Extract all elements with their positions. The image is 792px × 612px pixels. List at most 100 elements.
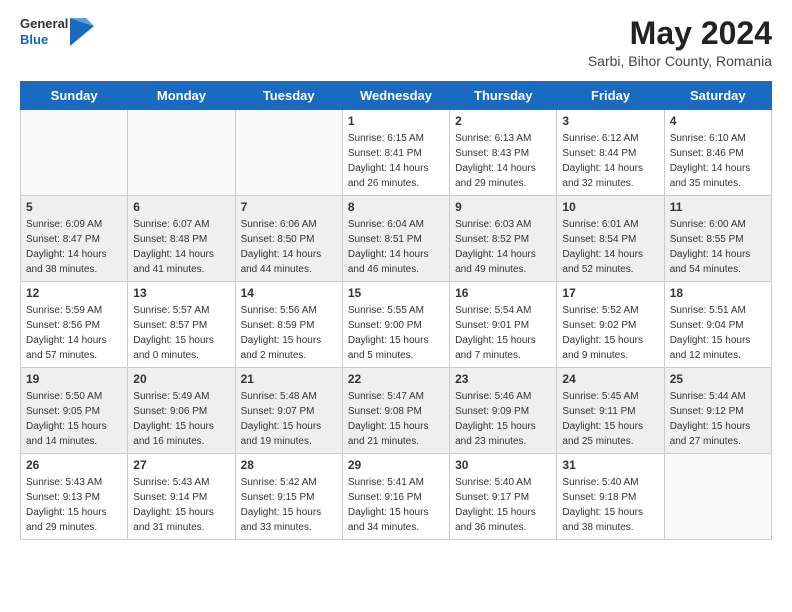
calendar-cell: 12Sunrise: 5:59 AMSunset: 8:56 PMDayligh… (21, 282, 128, 368)
day-info: Sunrise: 5:40 AMSunset: 9:17 PMDaylight:… (455, 475, 551, 535)
day-number: 10 (562, 200, 658, 214)
day-info: Sunrise: 5:54 AMSunset: 9:01 PMDaylight:… (455, 303, 551, 363)
day-info: Sunrise: 6:09 AMSunset: 8:47 PMDaylight:… (26, 217, 122, 277)
day-of-week-header: Saturday (664, 82, 771, 110)
page: General Blue May 2024 Sarbi, Bihor Count… (0, 0, 792, 560)
day-info: Sunrise: 5:51 AMSunset: 9:04 PMDaylight:… (670, 303, 766, 363)
logo-text: General Blue (20, 16, 68, 47)
day-of-week-header: Wednesday (342, 82, 449, 110)
calendar-cell: 18 Sunrise: 5:51 AMSunset: 9:04 PMDayligh… (664, 282, 771, 368)
day-number: 28 (241, 458, 337, 472)
day-info: Sunrise: 6:10 AMSunset: 8:46 PMDaylight:… (670, 131, 766, 191)
calendar-cell: 10 Sunrise: 6:01 AMSunset: 8:54 PMDayligh… (557, 196, 664, 282)
day-number: 13 (133, 286, 229, 300)
calendar-row: 5 Sunrise: 6:09 AMSunset: 8:47 PMDaylight… (21, 196, 772, 282)
calendar-cell: 25 Sunrise: 5:44 AMSunset: 9:12 PMDayligh… (664, 368, 771, 454)
calendar-cell: 21Sunrise: 5:48 AMSunset: 9:07 PMDayligh… (235, 368, 342, 454)
calendar-row: 1 Sunrise: 6:15 AMSunset: 8:41 PMDaylight… (21, 110, 772, 196)
calendar-cell (128, 110, 235, 196)
calendar-cell: 20 Sunrise: 5:49 AMSunset: 9:06 PMDayligh… (128, 368, 235, 454)
day-number: 8 (348, 200, 444, 214)
calendar-cell: 30 Sunrise: 5:40 AMSunset: 9:17 PMDayligh… (450, 454, 557, 540)
calendar-row: 12Sunrise: 5:59 AMSunset: 8:56 PMDayligh… (21, 282, 772, 368)
day-info: Sunrise: 6:03 AMSunset: 8:52 PMDaylight:… (455, 217, 551, 277)
day-number: 27 (133, 458, 229, 472)
day-number: 24 (562, 372, 658, 386)
day-info: Sunrise: 6:06 AMSunset: 8:50 PMDaylight:… (241, 217, 337, 277)
day-info: Sunrise: 5:55 AMSunset: 9:00 PMDaylight:… (348, 303, 444, 363)
day-number: 3 (562, 114, 658, 128)
day-number: 19 (26, 372, 122, 386)
day-number: 21 (241, 372, 337, 386)
day-info: Sunrise: 5:47 AMSunset: 9:08 PMDaylight:… (348, 389, 444, 449)
day-info: Sunrise: 6:15 AMSunset: 8:41 PMDaylight:… (348, 131, 444, 191)
day-number: 18 (670, 286, 766, 300)
day-of-week-header: Monday (128, 82, 235, 110)
calendar-header-row: SundayMondayTuesdayWednesdayThursdayFrid… (21, 82, 772, 110)
calendar-cell: 13 Sunrise: 5:57 AMSunset: 8:57 PMDayligh… (128, 282, 235, 368)
day-info: Sunrise: 5:40 AMSunset: 9:18 PMDaylight:… (562, 475, 658, 535)
day-number: 30 (455, 458, 551, 472)
day-number: 20 (133, 372, 229, 386)
calendar-cell (21, 110, 128, 196)
day-info: Sunrise: 5:50 AMSunset: 9:05 PMDaylight:… (26, 389, 122, 449)
calendar-cell: 26 Sunrise: 5:43 AMSunset: 9:13 PMDayligh… (21, 454, 128, 540)
day-number: 26 (26, 458, 122, 472)
day-number: 31 (562, 458, 658, 472)
calendar-cell: 2Sunrise: 6:13 AMSunset: 8:43 PMDaylight… (450, 110, 557, 196)
day-number: 16 (455, 286, 551, 300)
logo-blue: Blue (20, 32, 68, 48)
day-number: 22 (348, 372, 444, 386)
calendar-cell (664, 454, 771, 540)
header: General Blue May 2024 Sarbi, Bihor Count… (20, 16, 772, 69)
calendar-cell: 22 Sunrise: 5:47 AMSunset: 9:08 PMDayligh… (342, 368, 449, 454)
day-info: Sunrise: 5:52 AMSunset: 9:02 PMDaylight:… (562, 303, 658, 363)
day-number: 23 (455, 372, 551, 386)
logo: General Blue (20, 16, 94, 47)
day-number: 6 (133, 200, 229, 214)
calendar-cell: 31 Sunrise: 5:40 AMSunset: 9:18 PMDayligh… (557, 454, 664, 540)
day-number: 15 (348, 286, 444, 300)
day-info: Sunrise: 5:41 AMSunset: 9:16 PMDaylight:… (348, 475, 444, 535)
day-info: Sunrise: 5:42 AMSunset: 9:15 PMDaylight:… (241, 475, 337, 535)
calendar-cell: 3 Sunrise: 6:12 AMSunset: 8:44 PMDaylight… (557, 110, 664, 196)
day-number: 17 (562, 286, 658, 300)
calendar-table: SundayMondayTuesdayWednesdayThursdayFrid… (20, 81, 772, 540)
calendar-cell: 4 Sunrise: 6:10 AMSunset: 8:46 PMDaylight… (664, 110, 771, 196)
day-info: Sunrise: 6:01 AMSunset: 8:54 PMDaylight:… (562, 217, 658, 277)
day-number: 7 (241, 200, 337, 214)
day-info: Sunrise: 5:46 AMSunset: 9:09 PMDaylight:… (455, 389, 551, 449)
day-number: 14 (241, 286, 337, 300)
day-info: Sunrise: 6:12 AMSunset: 8:44 PMDaylight:… (562, 131, 658, 191)
day-info: Sunrise: 5:43 AMSunset: 9:13 PMDaylight:… (26, 475, 122, 535)
day-number: 29 (348, 458, 444, 472)
day-of-week-header: Thursday (450, 82, 557, 110)
subtitle: Sarbi, Bihor County, Romania (588, 53, 772, 69)
day-of-week-header: Friday (557, 82, 664, 110)
day-info: Sunrise: 6:13 AMSunset: 8:43 PMDaylight:… (455, 131, 551, 191)
calendar-cell: 14 Sunrise: 5:56 AMSunset: 8:59 PMDayligh… (235, 282, 342, 368)
day-info: Sunrise: 5:45 AMSunset: 9:11 PMDaylight:… (562, 389, 658, 449)
day-number: 4 (670, 114, 766, 128)
day-info: Sunrise: 5:57 AMSunset: 8:57 PMDaylight:… (133, 303, 229, 363)
day-number: 25 (670, 372, 766, 386)
day-info: Sunrise: 5:56 AMSunset: 8:59 PMDaylight:… (241, 303, 337, 363)
calendar-cell: 27 Sunrise: 5:43 AMSunset: 9:14 PMDayligh… (128, 454, 235, 540)
calendar-cell: 5 Sunrise: 6:09 AMSunset: 8:47 PMDaylight… (21, 196, 128, 282)
calendar-cell: 17 Sunrise: 5:52 AMSunset: 9:02 PMDayligh… (557, 282, 664, 368)
calendar-cell: 23 Sunrise: 5:46 AMSunset: 9:09 PMDayligh… (450, 368, 557, 454)
day-number: 5 (26, 200, 122, 214)
calendar-cell: 29 Sunrise: 5:41 AMSunset: 9:16 PMDayligh… (342, 454, 449, 540)
day-info: Sunrise: 5:44 AMSunset: 9:12 PMDaylight:… (670, 389, 766, 449)
calendar-row: 26 Sunrise: 5:43 AMSunset: 9:13 PMDayligh… (21, 454, 772, 540)
day-info: Sunrise: 5:49 AMSunset: 9:06 PMDaylight:… (133, 389, 229, 449)
calendar-cell: 24 Sunrise: 5:45 AMSunset: 9:11 PMDayligh… (557, 368, 664, 454)
calendar-cell: 11Sunrise: 6:00 AMSunset: 8:55 PMDayligh… (664, 196, 771, 282)
calendar-cell: 19 Sunrise: 5:50 AMSunset: 9:05 PMDayligh… (21, 368, 128, 454)
logo-general: General (20, 16, 68, 32)
calendar-cell: 1 Sunrise: 6:15 AMSunset: 8:41 PMDaylight… (342, 110, 449, 196)
month-title: May 2024 (588, 16, 772, 51)
day-info: Sunrise: 5:43 AMSunset: 9:14 PMDaylight:… (133, 475, 229, 535)
day-number: 1 (348, 114, 444, 128)
calendar-cell: 8Sunrise: 6:04 AMSunset: 8:51 PMDaylight… (342, 196, 449, 282)
